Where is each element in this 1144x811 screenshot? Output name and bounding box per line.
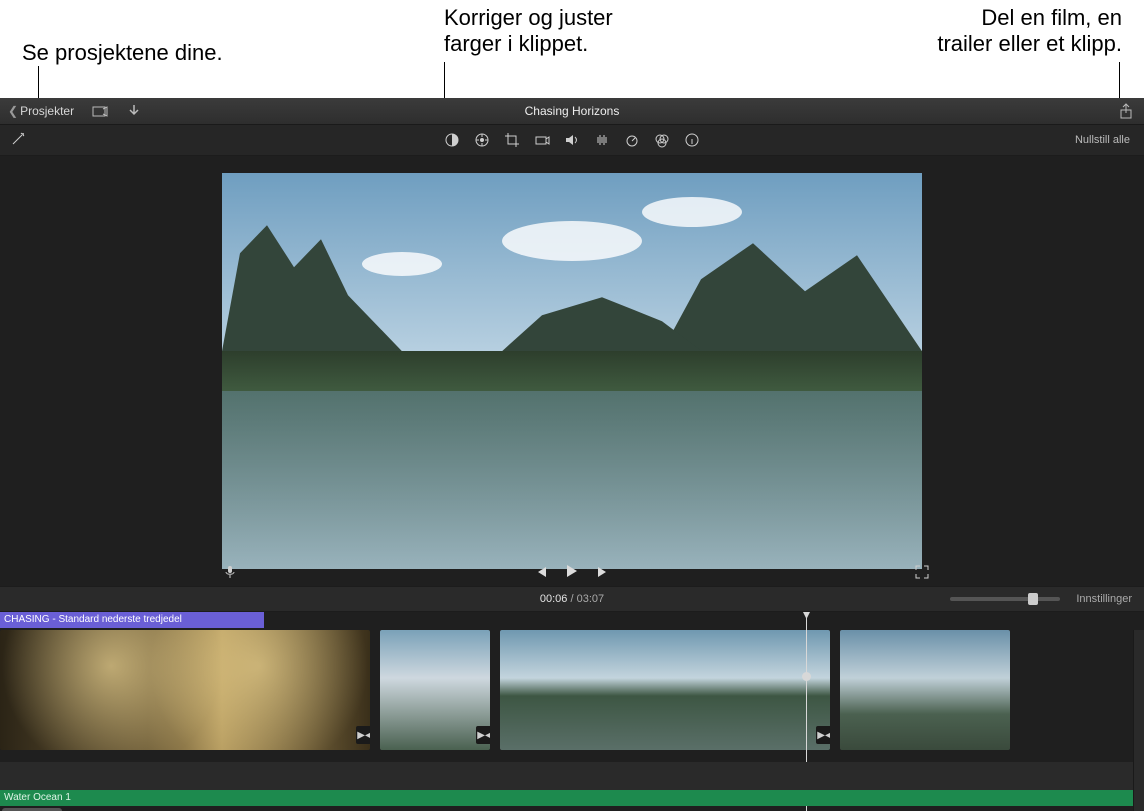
color-wheel-icon[interactable] xyxy=(474,132,490,148)
projects-back-label: Prosjekter xyxy=(20,104,74,118)
adjust-icons xyxy=(444,132,700,148)
prev-button[interactable] xyxy=(533,564,549,580)
timeline-clip[interactable]: ▶◀ xyxy=(500,630,830,750)
timeline-right-gutter xyxy=(1133,630,1144,811)
zoom-knob[interactable] xyxy=(1028,593,1038,605)
timeline[interactable]: CHASING - Standard nederste tredjedel ▶◀… xyxy=(0,612,1144,811)
callout-projects: Se prosjektene dine. xyxy=(22,40,223,66)
annotated-screenshot: Se prosjektene dine. Korriger og juster … xyxy=(0,0,1144,811)
filters-icon[interactable] xyxy=(654,132,670,148)
wand-icon[interactable] xyxy=(10,131,26,147)
titlebar: ❮ Prosjekter Chasing Horizons xyxy=(0,98,1144,125)
play-button[interactable] xyxy=(567,565,577,580)
time-current: 00:06 xyxy=(540,593,568,605)
media-import-icon[interactable] xyxy=(92,103,108,119)
voiceover-mic-icon[interactable] xyxy=(222,564,238,580)
adjustments-bar: Nullstill alle xyxy=(0,125,1144,156)
timeline-gap xyxy=(0,762,1144,790)
time-row: 00:06 / 03:07 Innstillinger xyxy=(0,586,1144,612)
projects-back-button[interactable]: ❮ Prosjekter xyxy=(8,104,74,118)
time-display: 00:06 / 03:07 xyxy=(540,593,604,605)
reset-all-button[interactable]: Nullstill alle xyxy=(1075,134,1130,146)
settings-button[interactable]: Innstillinger xyxy=(1076,593,1132,605)
viewer xyxy=(0,156,1144,586)
callout-line xyxy=(38,66,39,100)
info-icon[interactable] xyxy=(684,132,700,148)
clip-row: ▶◀ ▶◀ ▶◀ xyxy=(0,630,1144,750)
callout-line xyxy=(1119,62,1120,98)
callout-share: Del en film, en trailer eller et klipp. xyxy=(937,5,1122,58)
next-button[interactable] xyxy=(595,564,611,580)
import-arrow-icon[interactable] xyxy=(126,103,142,119)
title-clip[interactable]: CHASING - Standard nederste tredjedel xyxy=(0,612,264,628)
time-total: 03:07 xyxy=(577,593,605,605)
preview-frame xyxy=(222,173,922,569)
project-title: Chasing Horizons xyxy=(0,104,1144,118)
share-icon[interactable] xyxy=(1118,103,1134,119)
transition-icon[interactable]: ▶◀ xyxy=(816,726,830,744)
transition-icon[interactable]: ▶◀ xyxy=(356,726,370,744)
color-balance-icon[interactable] xyxy=(444,132,460,148)
callout-color: Korriger og juster farger i klippet. xyxy=(444,5,613,58)
stabilize-icon[interactable] xyxy=(534,132,550,148)
crop-icon[interactable] xyxy=(504,132,520,148)
fullscreen-icon[interactable] xyxy=(914,564,930,580)
timeline-clip[interactable]: ▶◀ xyxy=(0,630,370,750)
chevron-left-icon: ❮ xyxy=(8,104,18,118)
speed-icon[interactable] xyxy=(624,132,640,148)
viewer-controls xyxy=(0,564,1144,580)
timeline-zoom-slider[interactable] xyxy=(950,597,1060,601)
volume-icon[interactable] xyxy=(564,132,580,148)
time-sep: / xyxy=(567,593,576,605)
audio-clip[interactable]: Water Ocean 1 xyxy=(0,790,1144,806)
timeline-clip[interactable] xyxy=(840,630,1010,750)
imovie-window: ❮ Prosjekter Chasing Horizons xyxy=(0,98,1144,811)
timeline-clip[interactable]: ▶◀ xyxy=(380,630,490,750)
noise-reduction-icon[interactable] xyxy=(594,132,610,148)
transition-icon[interactable]: ▶◀ xyxy=(476,726,490,744)
